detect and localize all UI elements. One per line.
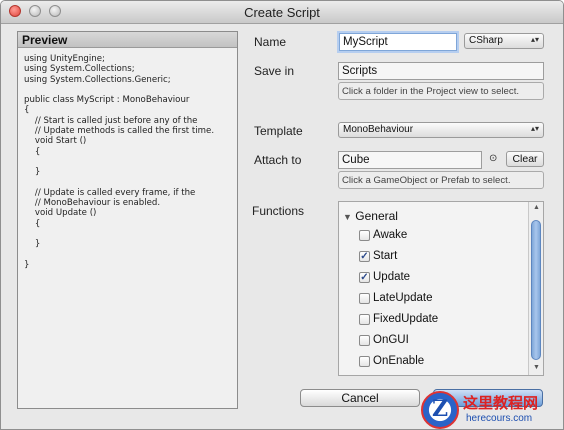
template-select-value: MonoBehaviour [343,124,414,135]
name-input[interactable]: MyScript [339,33,457,51]
functions-group-label: General [355,209,398,223]
expand-triangle-icon: ▼ [343,212,352,222]
functions-group[interactable]: ▼ General [343,209,398,223]
function-label: OnGUI [373,334,409,346]
functions-list: ▼ General Awake ✓ Start ✓ Update LateUpd… [338,201,544,376]
function-label: FixedUpdate [373,313,439,325]
function-checkbox[interactable] [359,314,370,325]
clear-button[interactable]: Clear [506,151,544,167]
attach-to-hint: Click a GameObject or Prefab to select. [338,171,544,189]
attach-to-label: Attach to [254,153,302,167]
function-checkbox[interactable] [359,356,370,367]
create-script-window: Create Script Preview using UnityEngine;… [0,0,564,430]
title-bar[interactable]: Create Script [1,1,563,24]
object-picker-icon[interactable]: ⊙ [489,153,497,164]
scrollbar-thumb[interactable] [531,220,541,360]
function-checkbox[interactable] [359,230,370,241]
preview-code: using UnityEngine; using System.Collecti… [24,54,215,270]
watermark-name: 这里教程网 [463,395,539,412]
save-in-hint: Click a folder in the Project view to se… [338,82,544,100]
scroll-down-icon[interactable]: ▼ [533,364,540,371]
window-title: Create Script [244,5,320,20]
watermark: Z 这里教程网 herecours.com [419,391,563,429]
preview-header: Preview [18,32,237,48]
scroll-up-icon[interactable]: ▲ [533,204,540,211]
function-label: OnEnable [373,355,425,367]
preview-panel: Preview using UnityEngine; using System.… [17,31,238,409]
language-select-value: CSharp [469,35,503,46]
function-label: Update [373,271,411,283]
functions-label: Functions [252,204,305,218]
function-checkbox[interactable]: ✓ [359,272,370,283]
attach-to-field[interactable]: Cube [338,151,482,169]
function-label: Start [373,250,398,262]
language-select[interactable]: CSharp ▴▾ [464,33,544,49]
save-in-label: Save in [254,64,295,78]
function-checkbox[interactable]: ✓ [359,251,370,262]
function-checkbox[interactable] [359,293,370,304]
watermark-logo-letter: Z [432,396,449,422]
template-label: Template [254,124,303,138]
save-in-field[interactable]: Scripts [338,62,544,80]
watermark-url: herecours.com [466,413,533,424]
function-label: Awake [373,229,408,241]
select-arrows-icon: ▴▾ [530,35,539,44]
name-label: Name [254,35,287,49]
template-select[interactable]: MonoBehaviour ▴▾ [338,122,544,138]
watermark-logo: Z [421,391,459,429]
cancel-button[interactable]: Cancel [300,389,420,407]
functions-scrollbar[interactable]: ▲ ▼ [528,202,543,375]
function-checkbox[interactable] [359,335,370,346]
select-arrows-icon: ▴▾ [530,124,539,133]
function-label: LateUpdate [373,292,433,304]
